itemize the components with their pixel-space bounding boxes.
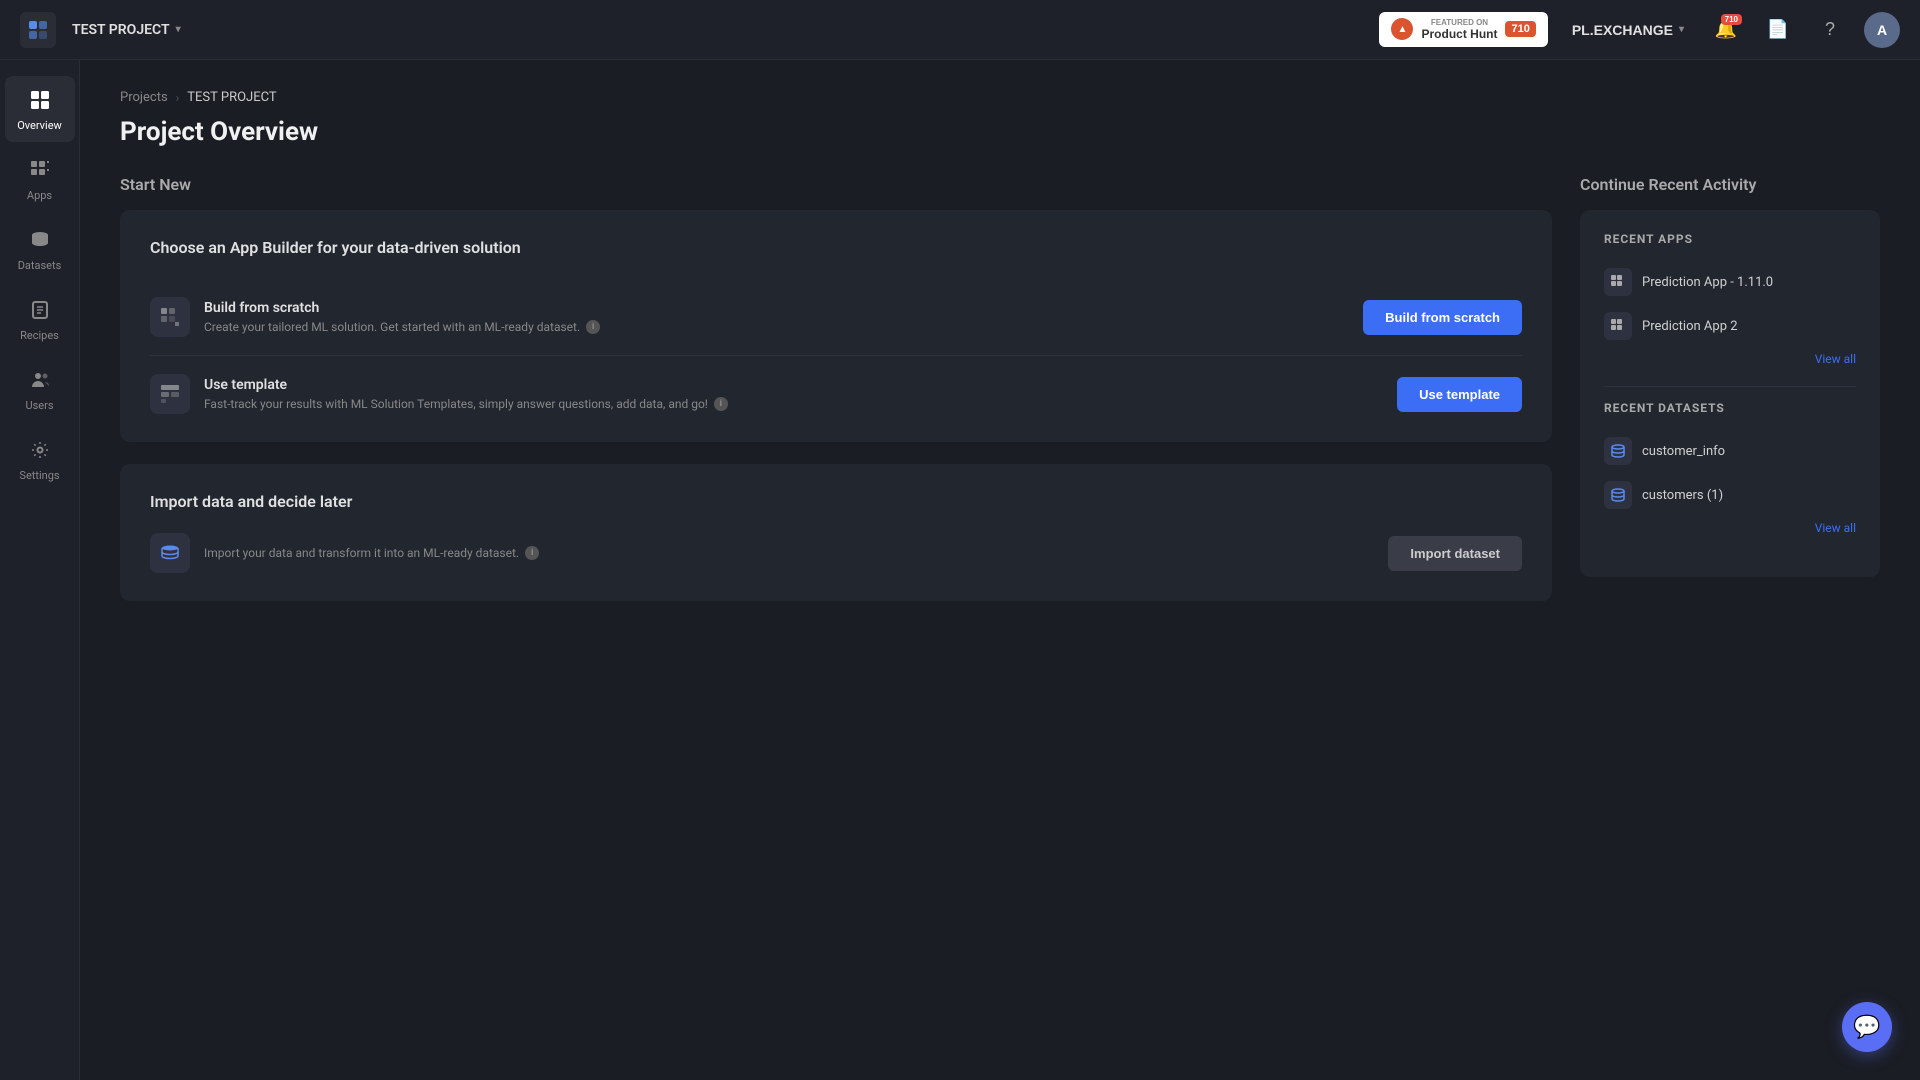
project-chevron-icon: ▾ — [176, 24, 181, 35]
sidebar-recipes-label: Recipes — [20, 329, 59, 342]
product-hunt-button[interactable]: ▲ FEATURED ON Product Hunt 710 — [1379, 12, 1547, 48]
chat-bubble-button[interactable]: 💬 — [1842, 1002, 1892, 1052]
chat-icon: 💬 — [1853, 1015, 1880, 1040]
right-column: Continue Recent Activity RECENT APPS — [1580, 175, 1880, 623]
page-title: Project Overview — [120, 117, 1880, 147]
notification-button[interactable]: 🔔 710 — [1708, 12, 1744, 48]
document-button[interactable]: 📄 — [1760, 12, 1796, 48]
avatar-initials: A — [1877, 22, 1887, 38]
recent-apps-section: RECENT APPS Prediction App - 1.1 — [1604, 232, 1856, 366]
breadcrumb-projects-link[interactable]: Projects — [120, 90, 168, 105]
recent-dataset-item-2[interactable]: customers (1) — [1604, 473, 1856, 517]
notification-badge: 710 — [1721, 14, 1742, 25]
recent-activity-heading: Continue Recent Activity — [1580, 175, 1880, 194]
template-info-icon[interactable]: i — [714, 397, 728, 411]
import-desc: Import your data and transform it into a… — [204, 546, 1374, 560]
document-icon: 📄 — [1767, 19, 1789, 40]
app-builder-card: Choose an App Builder for your data-driv… — [120, 210, 1552, 442]
apps-view-all-link[interactable]: View all — [1604, 352, 1856, 366]
dataset-name-2: customers (1) — [1642, 488, 1723, 503]
import-dataset-button[interactable]: Import dataset — [1388, 536, 1522, 571]
app-builder-card-title: Choose an App Builder for your data-driv… — [150, 238, 1522, 257]
sidebar-settings-label: Settings — [19, 469, 59, 482]
product-hunt-top-label: FEATURED ON — [1421, 18, 1497, 28]
apps-icon — [26, 156, 54, 184]
import-dataset-icon — [150, 533, 190, 573]
recent-app-icon-1 — [1604, 268, 1632, 296]
import-row: Import your data and transform it into a… — [150, 533, 1522, 573]
build-from-scratch-desc: Create your tailored ML solution. Get st… — [204, 320, 1349, 334]
use-template-info: Use template Fast-track your results wit… — [204, 377, 1383, 411]
recent-app-item-2[interactable]: Prediction App 2 — [1604, 304, 1856, 348]
logo-icon — [20, 12, 56, 48]
help-button[interactable]: ? — [1812, 12, 1848, 48]
main-layout: Overview Apps — [0, 60, 1920, 1080]
build-from-scratch-option: Build from scratch Create your tailored … — [150, 279, 1522, 356]
plexchange-chevron-icon: ▾ — [1679, 24, 1684, 35]
sidebar-item-users[interactable]: Users — [5, 356, 75, 422]
use-template-desc: Fast-track your results with ML Solution… — [204, 397, 1383, 411]
sidebar-item-datasets[interactable]: Datasets — [5, 216, 75, 282]
avatar-button[interactable]: A — [1864, 12, 1900, 48]
build-from-scratch-title: Build from scratch — [204, 300, 1349, 316]
sidebar-users-label: Users — [25, 399, 53, 412]
section-divider — [1604, 386, 1856, 387]
dataset-icon-1 — [1604, 437, 1632, 465]
recent-app-icon-2 — [1604, 312, 1632, 340]
left-column: Start New Choose an App Builder for your… — [120, 175, 1552, 623]
recent-datasets-section: RECENT DATASETS customer_info — [1604, 401, 1856, 535]
sidebar-datasets-label: Datasets — [18, 259, 62, 272]
project-selector[interactable]: TEST PROJECT ▾ — [72, 22, 181, 38]
breadcrumb-separator: › — [176, 91, 180, 105]
breadcrumb: Projects › TEST PROJECT — [120, 90, 1880, 105]
recent-app-item-1[interactable]: Prediction App - 1.11.0 — [1604, 260, 1856, 304]
topbar: TEST PROJECT ▾ ▲ FEATURED ON Product Hun… — [0, 0, 1920, 60]
sidebar-overview-label: Overview — [17, 119, 62, 132]
import-data-card: Import data and decide later Import your… — [120, 464, 1552, 601]
sidebar-apps-label: Apps — [27, 189, 52, 202]
import-card-heading: Import data and decide later — [150, 492, 1522, 511]
settings-icon — [26, 436, 54, 464]
dataset-icon-2 — [1604, 481, 1632, 509]
dataset-name-1: customer_info — [1642, 444, 1725, 459]
build-info-icon[interactable]: i — [586, 320, 600, 334]
two-column-layout: Start New Choose an App Builder for your… — [120, 175, 1880, 623]
users-icon — [26, 366, 54, 394]
breadcrumb-current: TEST PROJECT — [187, 90, 276, 105]
recent-apps-title: RECENT APPS — [1604, 232, 1856, 246]
recent-dataset-item-1[interactable]: customer_info — [1604, 429, 1856, 473]
import-info-icon[interactable]: i — [525, 546, 539, 560]
datasets-view-all-link[interactable]: View all — [1604, 521, 1856, 535]
use-template-icon — [150, 374, 190, 414]
plexchange-label: PL.EXCHANGE — [1572, 22, 1673, 38]
project-name: TEST PROJECT — [72, 22, 170, 38]
datasets-icon — [26, 226, 54, 254]
use-template-button[interactable]: Use template — [1397, 377, 1522, 412]
sidebar-item-apps[interactable]: Apps — [5, 146, 75, 212]
product-hunt-score: 710 — [1505, 21, 1535, 37]
build-from-scratch-info: Build from scratch Create your tailored … — [204, 300, 1349, 334]
overview-icon — [26, 86, 54, 114]
recent-activity-panel: RECENT APPS Prediction App - 1.1 — [1580, 210, 1880, 577]
recipes-icon — [26, 296, 54, 324]
build-from-scratch-icon — [150, 297, 190, 337]
help-icon: ? — [1825, 19, 1835, 40]
sidebar-item-overview[interactable]: Overview — [5, 76, 75, 142]
product-hunt-main-label: Product Hunt — [1421, 27, 1497, 41]
use-template-title: Use template — [204, 377, 1383, 393]
product-hunt-icon: ▲ — [1391, 18, 1413, 40]
build-from-scratch-button[interactable]: Build from scratch — [1363, 300, 1522, 335]
use-template-option: Use template Fast-track your results wit… — [150, 356, 1522, 414]
sidebar-item-recipes[interactable]: Recipes — [5, 286, 75, 352]
content-area: Projects › TEST PROJECT Project Overview… — [80, 60, 1920, 1080]
recent-app-name-2: Prediction App 2 — [1642, 319, 1738, 334]
sidebar-item-settings[interactable]: Settings — [5, 426, 75, 492]
recent-datasets-title: RECENT DATASETS — [1604, 401, 1856, 415]
sidebar: Overview Apps — [0, 60, 80, 1080]
start-new-heading: Start New — [120, 175, 1552, 194]
recent-app-name-1: Prediction App - 1.11.0 — [1642, 275, 1773, 290]
plexchange-button[interactable]: PL.EXCHANGE ▾ — [1564, 22, 1692, 38]
